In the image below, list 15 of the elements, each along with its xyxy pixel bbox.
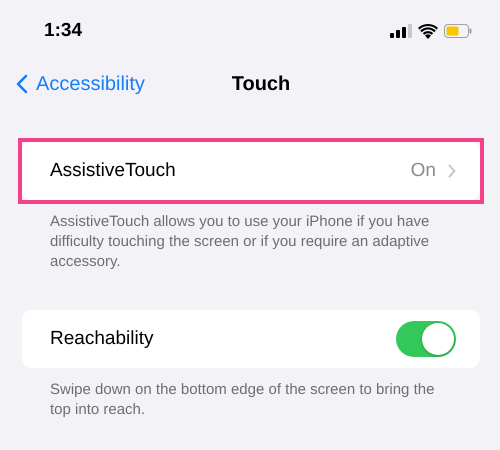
settings-row[interactable]: Reachability (22, 310, 480, 368)
back-chevron-icon (16, 74, 28, 94)
toggle-switch[interactable] (396, 321, 456, 357)
battery-icon (444, 24, 472, 38)
signal-icon (390, 24, 412, 38)
chevron-icon (448, 164, 456, 178)
row-label: AssistiveTouch (50, 160, 176, 182)
section-footer: Swipe down on the bottom edge of the screen to bring the top into reach. (50, 380, 438, 420)
settings-row[interactable]: AssistiveTouch On (22, 142, 480, 200)
page-title: Touch (232, 72, 290, 96)
section-footer: AssistiveTouch allows you to use your iPhone if you have difficulty touching the screen or if you require an adaptive accessory. (50, 212, 438, 272)
wifi-icon (418, 24, 438, 38)
row-label: Reachability (50, 328, 154, 350)
status-time: 1:34 (44, 20, 82, 42)
row-value: On (410, 160, 436, 182)
